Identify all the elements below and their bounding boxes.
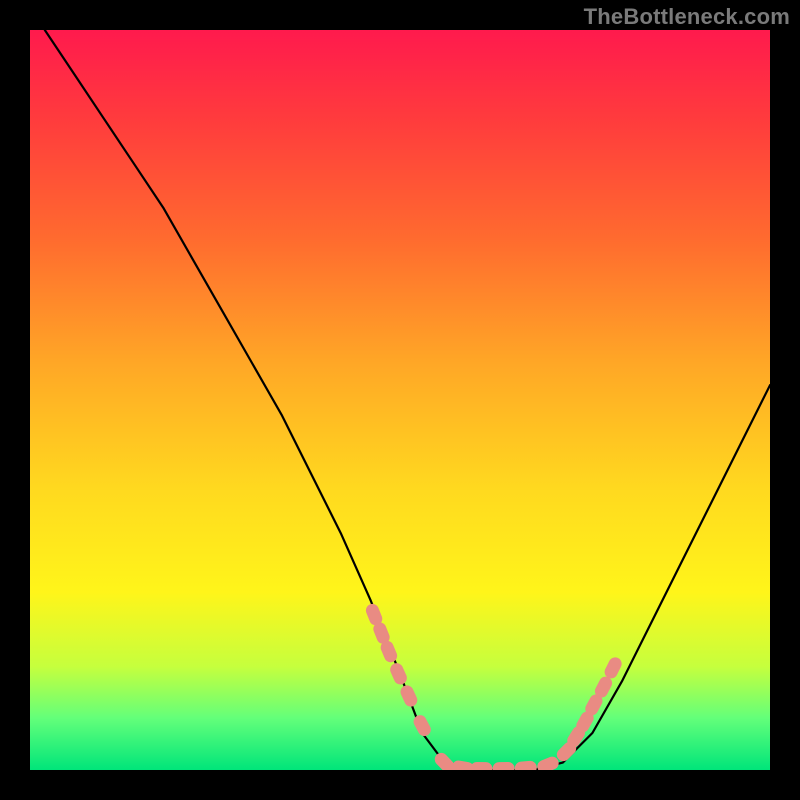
bottleneck-curve: [45, 30, 770, 770]
chart-svg: [30, 30, 770, 770]
highlight-dot: [492, 762, 514, 770]
highlight-dot: [388, 661, 409, 686]
highlight-dot: [470, 762, 492, 770]
chart-frame: TheBottleneck.com: [0, 0, 800, 800]
highlight-dot: [411, 713, 433, 739]
highlight-dot: [514, 760, 537, 770]
highlight-dot: [398, 683, 419, 708]
highlight-dots-group: [364, 602, 624, 770]
highlight-dot: [535, 755, 560, 770]
watermark-text: TheBottleneck.com: [584, 4, 790, 30]
chart-plot-area: [30, 30, 770, 770]
